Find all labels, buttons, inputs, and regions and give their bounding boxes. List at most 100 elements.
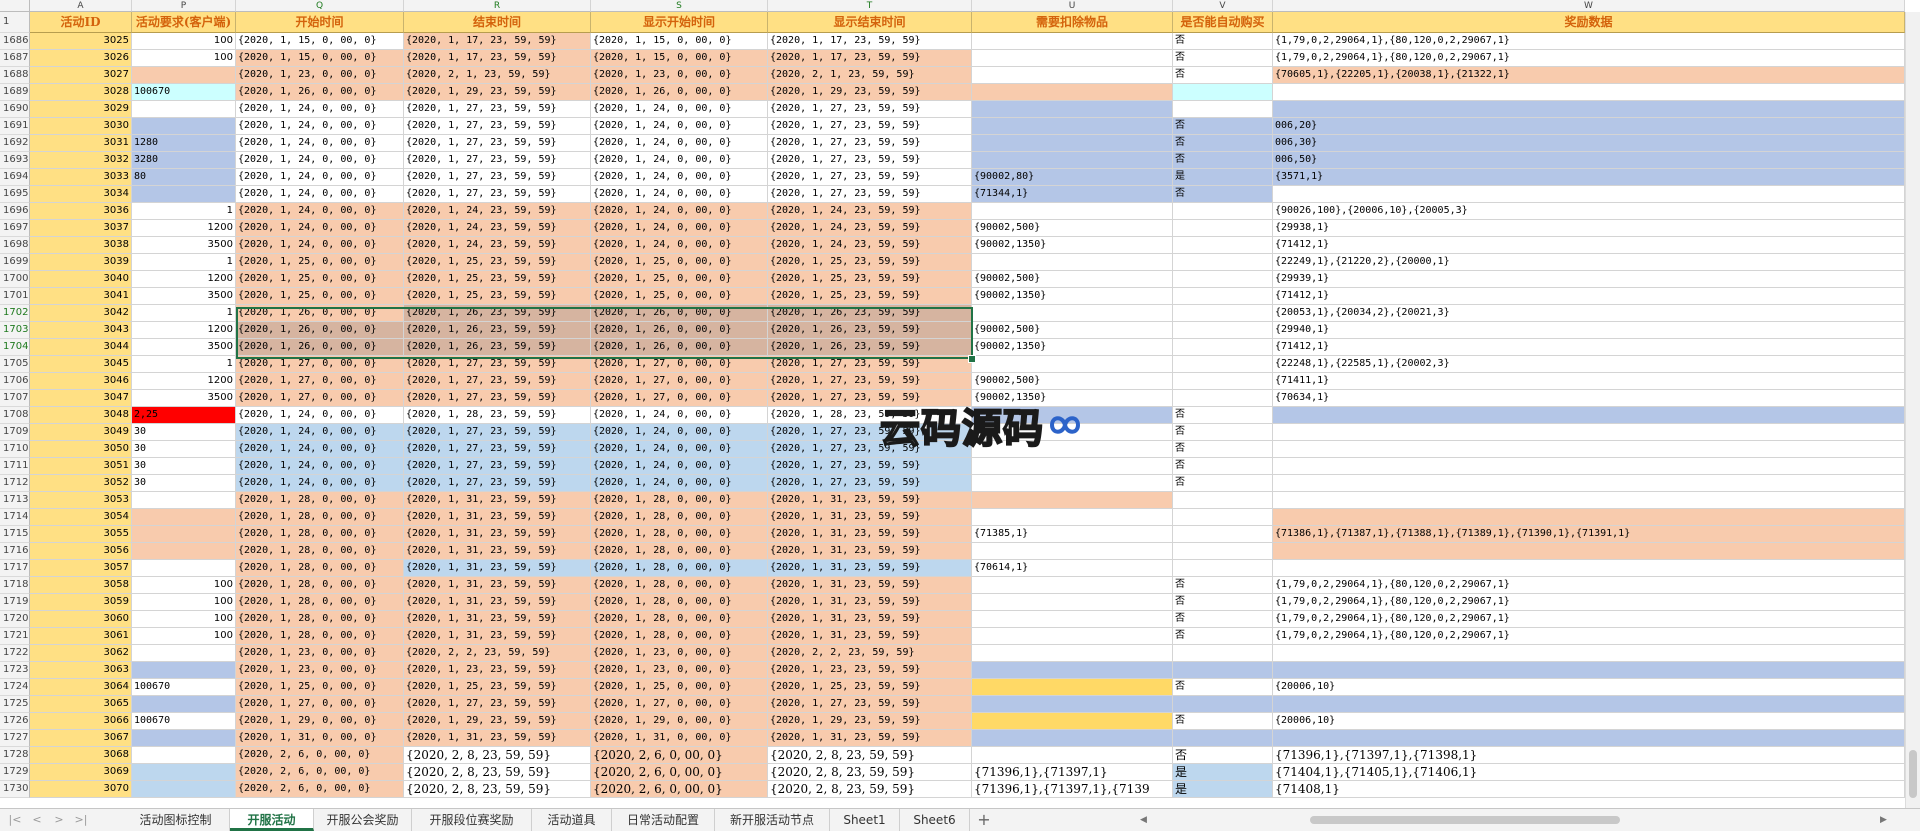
- table-cell[interactable]: {2020, 1, 27, 23, 59, 59}: [768, 441, 972, 458]
- table-cell[interactable]: [972, 475, 1173, 492]
- table-cell[interactable]: {2020, 1, 25, 0, 00, 0}: [236, 254, 404, 271]
- table-cell[interactable]: 3033: [30, 169, 132, 186]
- table-cell[interactable]: [132, 645, 236, 662]
- table-cell[interactable]: {90002,500}: [972, 373, 1173, 390]
- table-cell[interactable]: {2020, 1, 31, 23, 59, 59}: [404, 577, 591, 594]
- sheet-tab[interactable]: 日常活动配置: [612, 809, 715, 831]
- row-number[interactable]: 1706: [0, 373, 30, 390]
- table-cell[interactable]: [972, 713, 1173, 730]
- table-cell[interactable]: [132, 101, 236, 118]
- table-cell[interactable]: {2020, 1, 29, 23, 59, 59}: [768, 713, 972, 730]
- table-cell[interactable]: 3068: [30, 747, 132, 764]
- table-cell[interactable]: 3052: [30, 475, 132, 492]
- table-cell[interactable]: {2020, 1, 28, 0, 00, 0}: [236, 543, 404, 560]
- table-cell[interactable]: {2020, 2, 6, 0, 00, 0}: [236, 747, 404, 764]
- row-number[interactable]: 1692: [0, 135, 30, 152]
- table-cell[interactable]: 3044: [30, 339, 132, 356]
- table-cell[interactable]: {2020, 1, 24, 0, 00, 0}: [591, 424, 768, 441]
- table-cell[interactable]: {2020, 1, 27, 23, 59, 59}: [404, 118, 591, 135]
- table-cell[interactable]: 1: [132, 203, 236, 220]
- table-cell[interactable]: {2020, 1, 24, 0, 00, 0}: [591, 441, 768, 458]
- table-cell[interactable]: {2020, 1, 31, 0, 00, 0}: [236, 730, 404, 747]
- row-number[interactable]: 1707: [0, 390, 30, 407]
- table-cell[interactable]: {2020, 2, 6, 0, 00, 0}: [591, 764, 768, 781]
- table-cell[interactable]: {2020, 1, 27, 23, 59, 59}: [768, 135, 972, 152]
- column-header-q[interactable]: Q: [236, 0, 404, 12]
- table-cell[interactable]: {2020, 1, 24, 0, 00, 0}: [236, 135, 404, 152]
- table-cell[interactable]: {2020, 1, 17, 23, 59, 59}: [404, 50, 591, 67]
- table-cell[interactable]: [972, 33, 1173, 50]
- table-cell[interactable]: 006,50}: [1273, 152, 1905, 169]
- table-cell[interactable]: {2020, 1, 17, 23, 59, 59}: [768, 50, 972, 67]
- table-cell[interactable]: [132, 526, 236, 543]
- sheet-tab[interactable]: 新开服活动节点: [715, 809, 830, 831]
- table-cell[interactable]: 3028: [30, 84, 132, 101]
- table-cell[interactable]: {2020, 2, 6, 0, 00, 0}: [591, 747, 768, 764]
- table-cell[interactable]: 1: [132, 254, 236, 271]
- table-cell[interactable]: {2020, 1, 26, 23, 59, 59}: [768, 339, 972, 356]
- row-number[interactable]: 1697: [0, 220, 30, 237]
- row-number[interactable]: 1727: [0, 730, 30, 747]
- table-cell[interactable]: 否: [1173, 441, 1273, 458]
- table-cell[interactable]: 3063: [30, 662, 132, 679]
- table-cell[interactable]: {2020, 1, 27, 0, 00, 0}: [591, 390, 768, 407]
- table-cell[interactable]: {2020, 1, 28, 0, 00, 0}: [591, 577, 768, 594]
- row-number[interactable]: 1719: [0, 594, 30, 611]
- table-cell[interactable]: {2020, 1, 28, 0, 00, 0}: [236, 526, 404, 543]
- row-number[interactable]: 1688: [0, 67, 30, 84]
- table-cell[interactable]: {2020, 1, 24, 0, 00, 0}: [236, 169, 404, 186]
- table-cell[interactable]: {20006,10}: [1273, 713, 1905, 730]
- column-header-t[interactable]: T: [768, 0, 972, 12]
- table-cell[interactable]: {2020, 1, 31, 23, 59, 59}: [404, 560, 591, 577]
- table-cell[interactable]: [1173, 390, 1273, 407]
- table-cell[interactable]: 3056: [30, 543, 132, 560]
- table-cell[interactable]: {2020, 1, 23, 0, 00, 0}: [591, 645, 768, 662]
- table-cell[interactable]: {2020, 1, 27, 23, 59, 59}: [404, 135, 591, 152]
- table-cell[interactable]: {2020, 1, 24, 23, 59, 59}: [768, 203, 972, 220]
- table-cell[interactable]: [1173, 84, 1273, 101]
- table-cell[interactable]: 3280: [132, 152, 236, 169]
- table-cell[interactable]: {2020, 2, 2, 23, 59, 59}: [404, 645, 591, 662]
- table-cell[interactable]: [972, 356, 1173, 373]
- table-cell[interactable]: 80: [132, 169, 236, 186]
- row-number[interactable]: 1710: [0, 441, 30, 458]
- table-cell[interactable]: {2020, 1, 27, 23, 59, 59}: [404, 356, 591, 373]
- table-cell[interactable]: {2020, 1, 15, 0, 00, 0}: [591, 50, 768, 67]
- table-cell[interactable]: {2020, 1, 24, 0, 00, 0}: [591, 186, 768, 203]
- sheet-tab[interactable]: 开服公会奖励: [314, 809, 412, 831]
- table-cell[interactable]: 1: [132, 356, 236, 373]
- table-cell[interactable]: {2020, 2, 6, 0, 00, 0}: [236, 781, 404, 798]
- table-cell[interactable]: {2020, 1, 24, 0, 00, 0}: [236, 441, 404, 458]
- row-number[interactable]: 1718: [0, 577, 30, 594]
- table-cell[interactable]: {90002,1350}: [972, 390, 1173, 407]
- table-cell[interactable]: {2020, 2, 8, 23, 59, 59}: [768, 764, 972, 781]
- table-cell[interactable]: [1273, 509, 1905, 526]
- table-cell[interactable]: 是: [1173, 781, 1273, 798]
- table-cell[interactable]: {2020, 1, 27, 23, 59, 59}: [768, 356, 972, 373]
- table-cell[interactable]: {2020, 2, 6, 0, 00, 0}: [236, 764, 404, 781]
- table-cell[interactable]: {2020, 1, 27, 23, 59, 59}: [768, 186, 972, 203]
- table-cell[interactable]: 3043: [30, 322, 132, 339]
- table-cell[interactable]: [1173, 305, 1273, 322]
- table-cell[interactable]: {2020, 1, 24, 0, 00, 0}: [591, 101, 768, 118]
- table-cell[interactable]: {2020, 1, 26, 23, 59, 59}: [768, 322, 972, 339]
- table-cell[interactable]: {1,79,0,2,29064,1},{80,120,0,2,29067,1}: [1273, 50, 1905, 67]
- table-cell[interactable]: 3049: [30, 424, 132, 441]
- table-cell[interactable]: 100: [132, 577, 236, 594]
- table-cell[interactable]: {2020, 1, 27, 23, 59, 59}: [404, 696, 591, 713]
- table-cell[interactable]: {2020, 1, 24, 0, 00, 0}: [591, 135, 768, 152]
- row-number[interactable]: 1705: [0, 356, 30, 373]
- table-cell[interactable]: 否: [1173, 577, 1273, 594]
- table-cell[interactable]: [972, 407, 1173, 424]
- table-cell[interactable]: {90002,500}: [972, 322, 1173, 339]
- table-cell[interactable]: {2020, 1, 27, 23, 59, 59}: [768, 696, 972, 713]
- row-number[interactable]: 1721: [0, 628, 30, 645]
- table-cell[interactable]: {2020, 1, 27, 23, 59, 59}: [768, 101, 972, 118]
- table-cell[interactable]: {2020, 1, 29, 23, 59, 59}: [404, 713, 591, 730]
- table-cell[interactable]: 否: [1173, 67, 1273, 84]
- table-cell[interactable]: {2020, 1, 25, 0, 00, 0}: [236, 288, 404, 305]
- vertical-scrollbar[interactable]: [1905, 12, 1920, 808]
- table-cell[interactable]: {2020, 1, 24, 0, 00, 0}: [591, 237, 768, 254]
- table-cell[interactable]: {2020, 2, 8, 23, 59, 59}: [404, 764, 591, 781]
- table-cell[interactable]: {2020, 2, 8, 23, 59, 59}: [404, 747, 591, 764]
